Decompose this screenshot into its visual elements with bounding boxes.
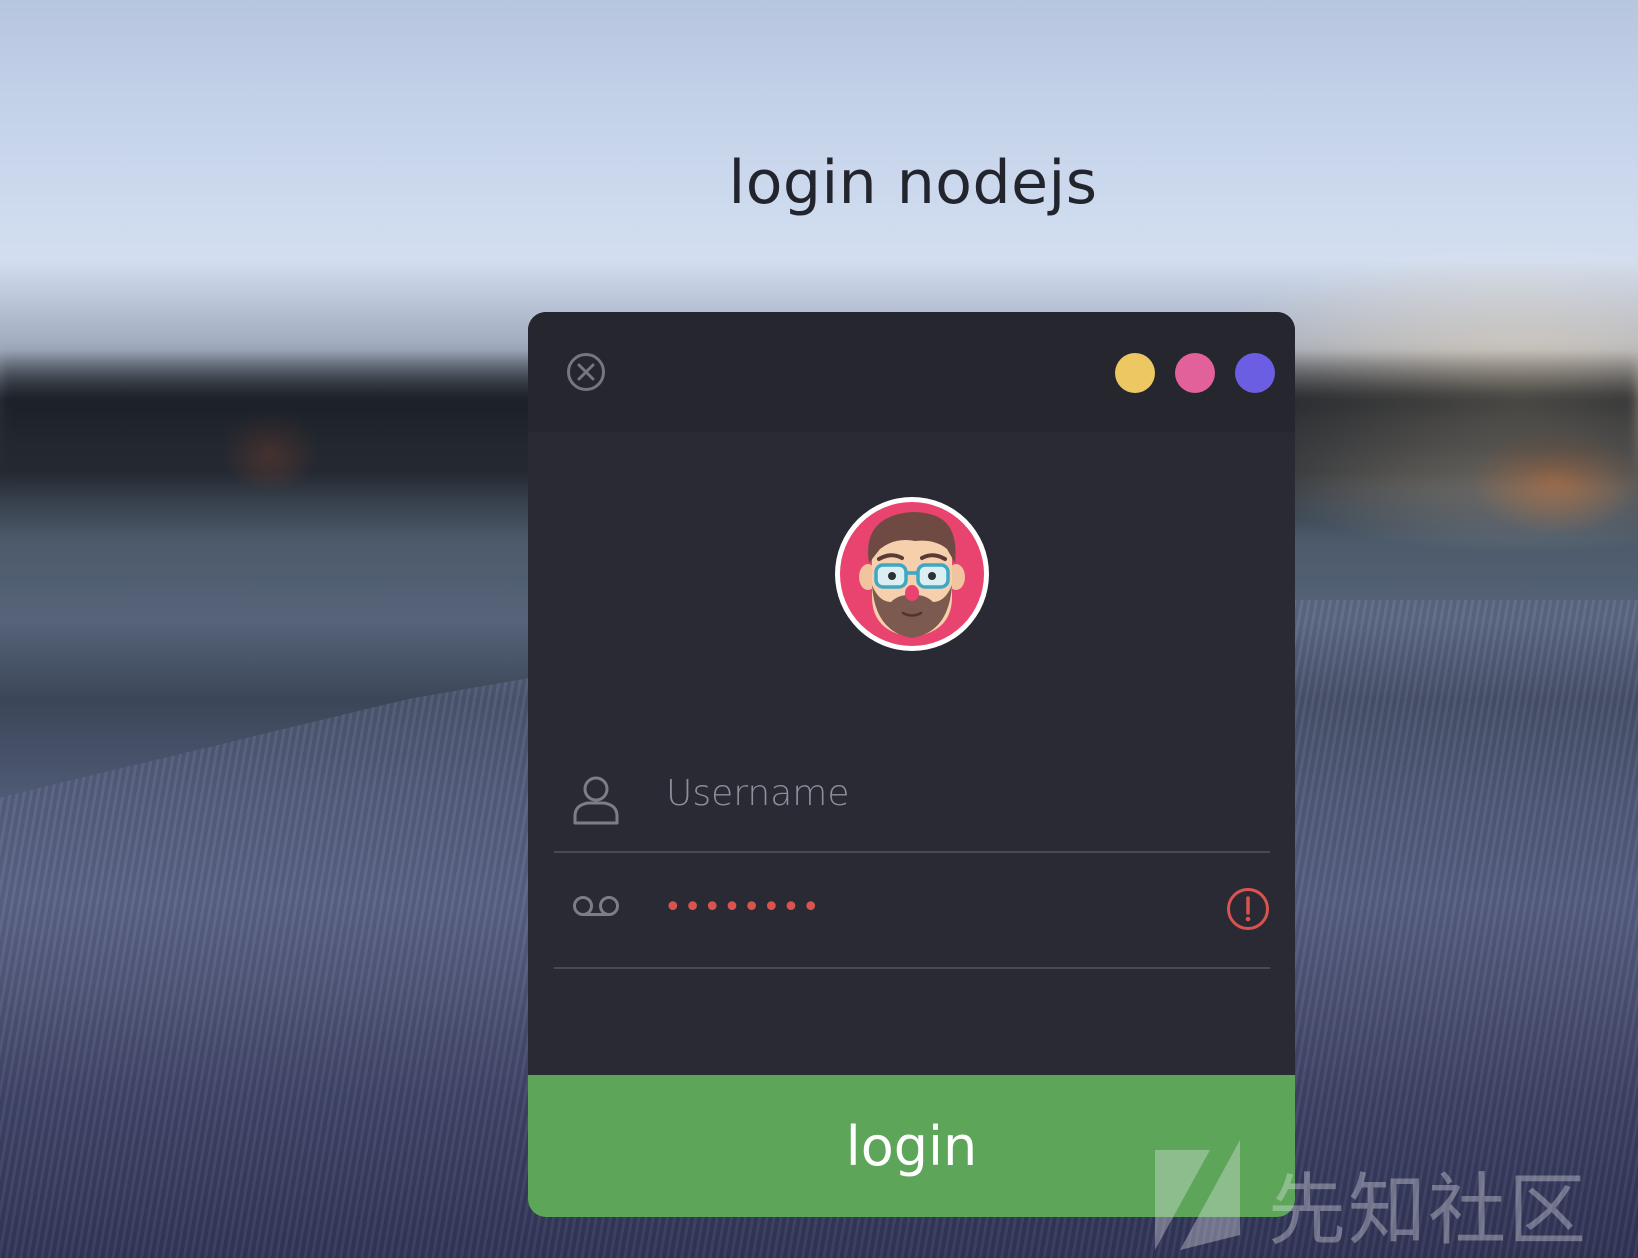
watermark: 先知社区	[1150, 1140, 1620, 1256]
theme-dot-pink[interactable]	[1175, 353, 1215, 393]
theme-dot-yellow[interactable]	[1115, 353, 1155, 393]
username-field	[554, 737, 1270, 853]
watermark-logo-icon	[1155, 1140, 1240, 1250]
user-icon	[572, 775, 620, 829]
login-dialog: •••••••• login	[528, 312, 1295, 1217]
close-icon[interactable]	[566, 352, 606, 392]
voicemail-icon	[572, 893, 620, 923]
exclamation-circle-icon	[1226, 887, 1270, 935]
theme-dot-purple[interactable]	[1235, 353, 1275, 393]
password-input[interactable]: ••••••••	[664, 873, 822, 943]
password-field: ••••••••	[554, 853, 1270, 969]
avatar	[835, 497, 989, 651]
watermark-text: 先知社区	[1268, 1166, 1589, 1256]
page-title: login nodejs	[728, 148, 1098, 218]
username-input[interactable]	[666, 767, 1166, 819]
dialog-header	[528, 312, 1295, 432]
